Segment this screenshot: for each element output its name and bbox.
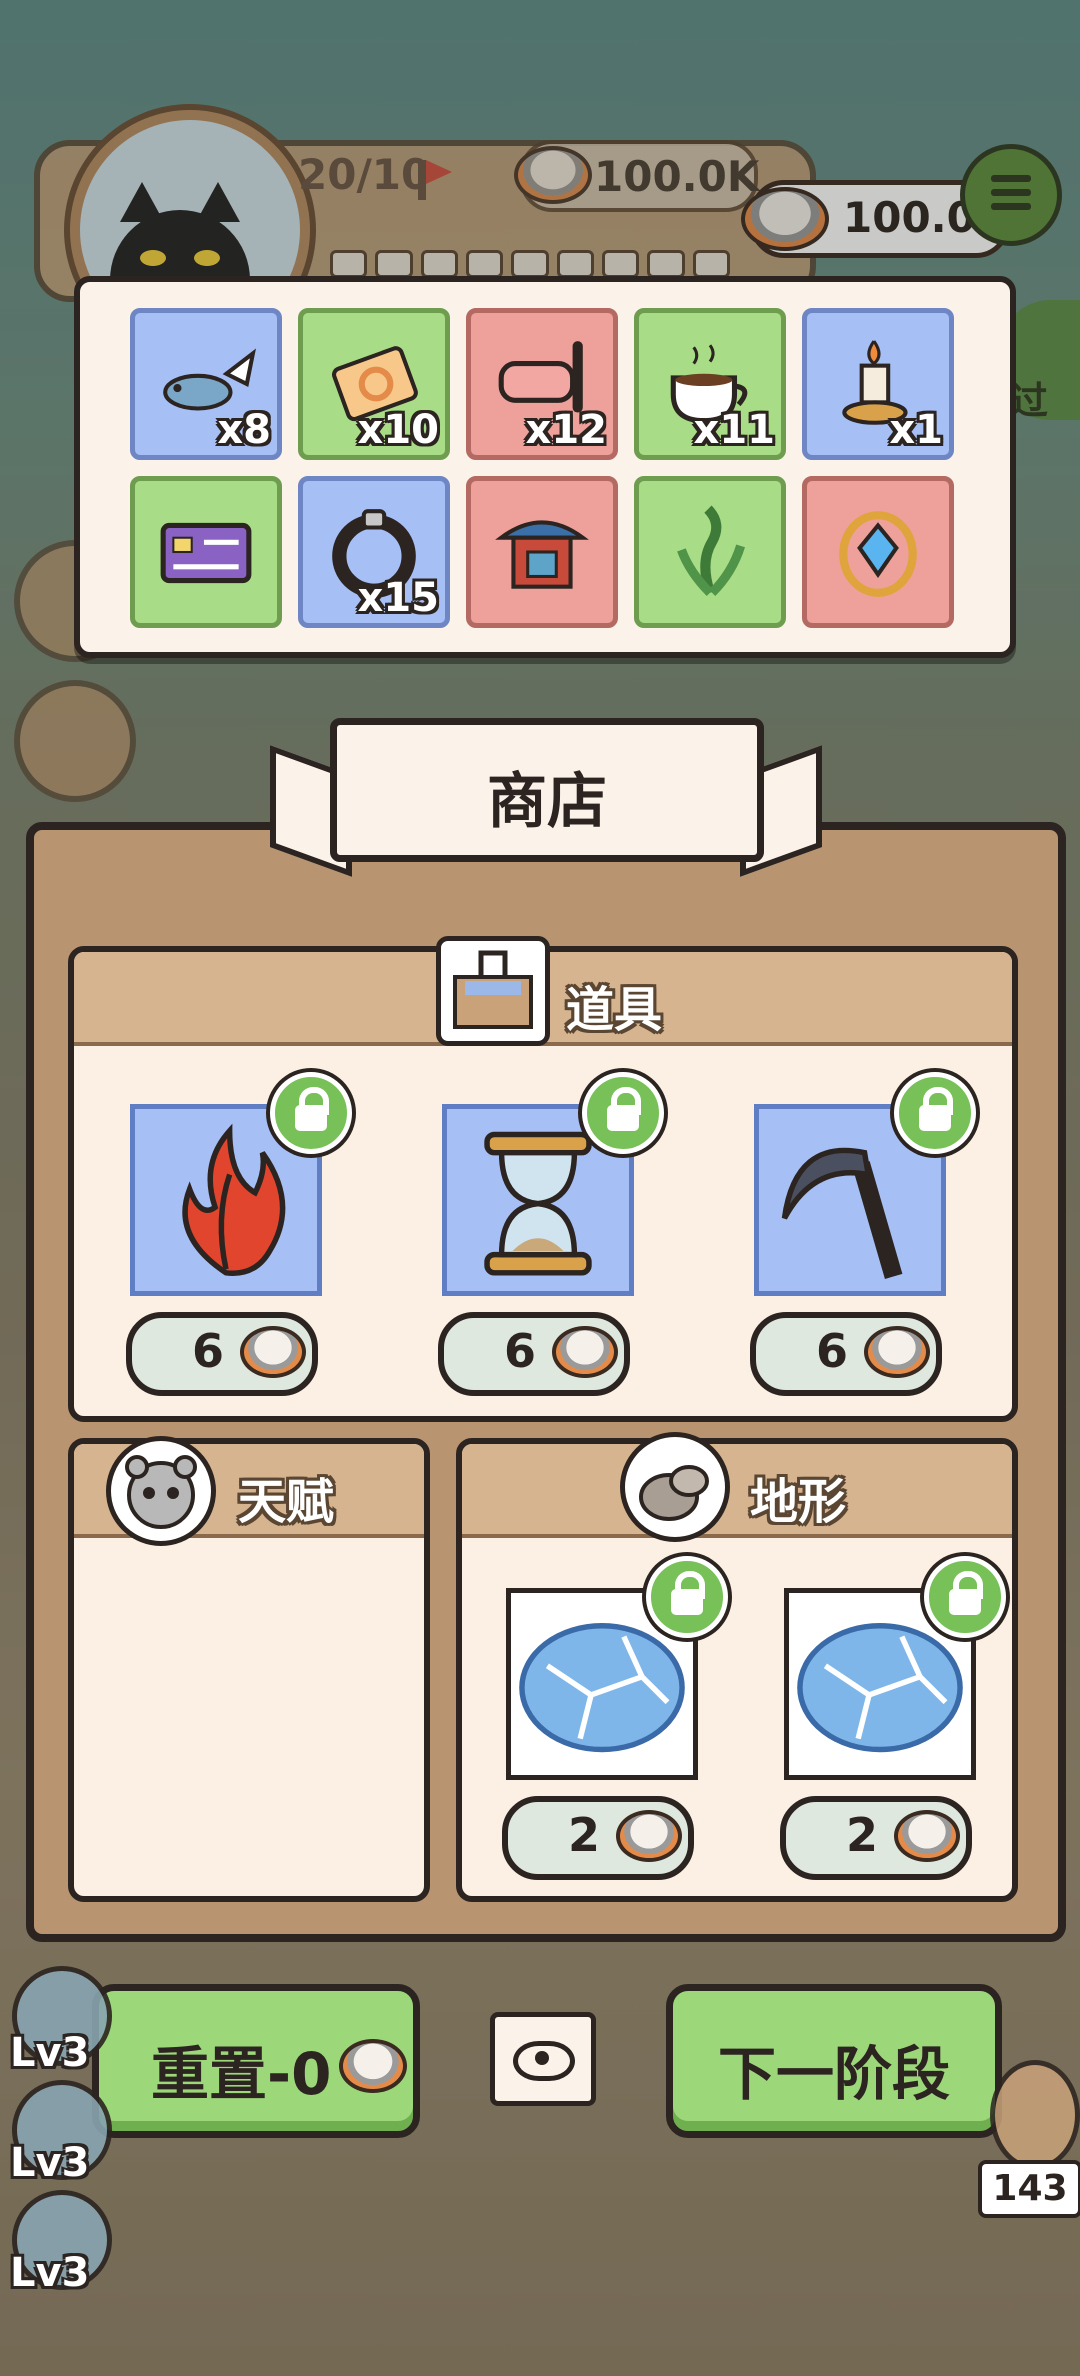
cat-can-icon [339,2039,407,2093]
inventory-slot-candle[interactable]: x1 [802,308,954,460]
unit-count: 143 [992,2168,1068,2209]
next-stage-button[interactable]: 下一阶段 [666,1984,1002,2138]
price-button[interactable]: 6 [438,1312,630,1396]
price-value: 6 [504,1324,537,1378]
inventory-slot-crystal-ring[interactable] [802,476,954,628]
price-button[interactable]: 6 [750,1312,942,1396]
egg-unit-icon[interactable] [990,2060,1080,2170]
shop-title-banner: 商店 [330,718,764,862]
cat-can-icon [864,1326,930,1378]
unit-level: Lv3 [10,2030,90,2076]
inventory-slot-collar[interactable]: x15 [298,476,450,628]
items-section-title: 道具 [566,982,663,1038]
unlock-icon[interactable] [924,1556,1006,1638]
seaweed-icon [677,505,745,597]
reset-button[interactable]: 重置-0 [92,1984,420,2138]
price-button[interactable]: 2 [502,1796,694,1880]
item-count: x8 [217,407,271,453]
basket-icon [436,936,550,1046]
crystal-ring-icon [839,511,917,597]
unit-count-badge: 143 [978,2160,1080,2218]
unit-level: Lv3 [10,2250,90,2296]
inventory-slot-ticket[interactable]: x10 [298,308,450,460]
cat-can-icon [240,1326,306,1378]
price-value: 2 [568,1808,601,1862]
unit-level: Lv3 [10,2140,90,2186]
price-value: 6 [192,1324,225,1378]
item-count: x1 [889,407,943,453]
item-count: x11 [693,407,775,453]
unlock-icon[interactable] [270,1072,352,1154]
toggle-visibility-button[interactable] [490,2012,596,2106]
unlock-icon[interactable] [582,1072,664,1154]
unlock-icon[interactable] [646,1556,728,1638]
shop-title: 商店 [487,767,607,837]
price-button[interactable]: 2 [780,1796,972,1880]
cat-can-icon [552,1326,618,1378]
inventory-slot-shrine[interactable] [466,476,618,628]
hamster-icon [106,1436,216,1546]
bank-card-icon [160,522,252,584]
unlock-icon[interactable] [894,1072,976,1154]
inventory-panel: x8 x10 x12 x11 x1 x15 [74,276,1016,658]
price-value: 2 [846,1808,879,1862]
terrain-section-header [462,1444,1012,1538]
inventory-slot-winged-fish[interactable]: x8 [130,308,282,460]
item-count: x10 [357,407,439,453]
cat-can-icon [894,1810,960,1862]
inventory-slot-snorkel-mask[interactable]: x12 [466,308,618,460]
inventory-slot-seaweed[interactable] [634,476,786,628]
inventory-slot-coffee-cup[interactable]: x11 [634,308,786,460]
terrain-section: 地形 2 2 [456,1438,1018,1902]
inventory-slot-bank-card[interactable] [130,476,282,628]
terrain-section-title: 地形 [750,1474,847,1530]
cat-can-icon [616,1810,682,1862]
next-stage-label: 下一阶段 [717,2040,950,2108]
rock-icon [620,1432,730,1542]
item-count: x12 [525,407,607,453]
item-count: x15 [357,575,439,621]
shrine-icon [495,520,589,589]
talent-section-title: 天赋 [238,1474,335,1530]
price-button[interactable]: 6 [126,1312,318,1396]
price-value: 6 [816,1324,849,1378]
